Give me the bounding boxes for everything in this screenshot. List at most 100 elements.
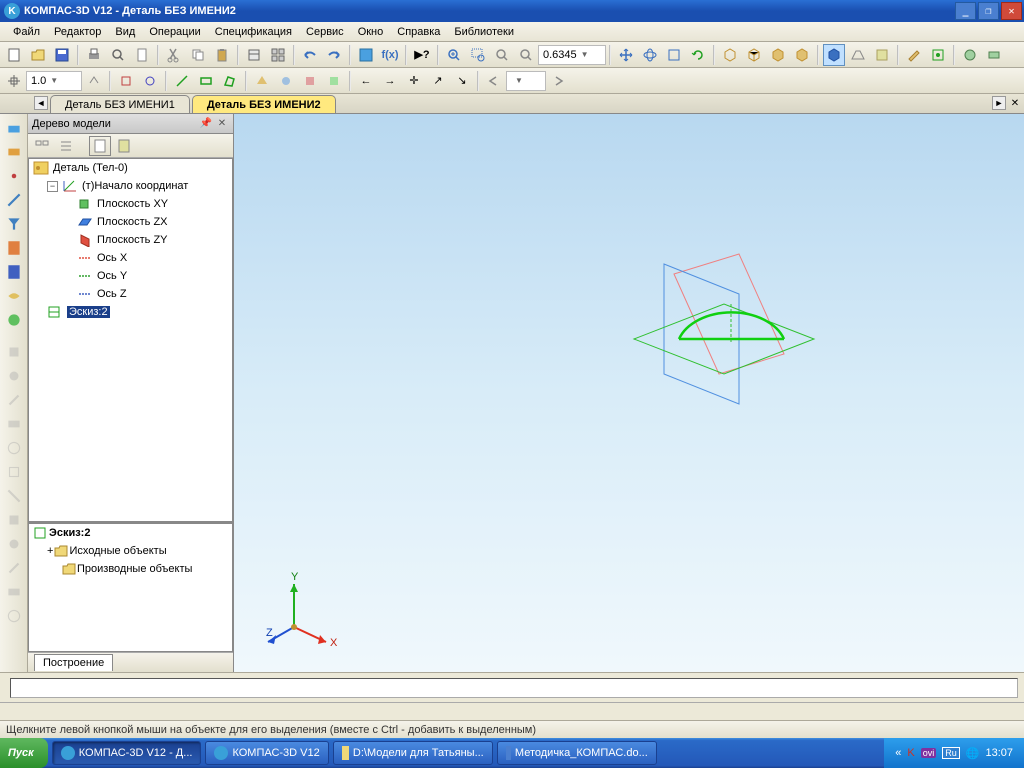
- doc-tab-2[interactable]: Деталь БЕЗ ИМЕНИ2: [192, 95, 336, 113]
- menu-libraries[interactable]: Библиотеки: [447, 24, 521, 40]
- tree-root[interactable]: Деталь (Тел-0): [29, 159, 232, 177]
- sketch-icon[interactable]: [927, 44, 949, 66]
- taskbar-item-3[interactable]: D:\Модели для Татьяны...: [333, 741, 493, 765]
- variables-icon[interactable]: f(x): [379, 44, 401, 66]
- menu-window[interactable]: Окно: [351, 24, 391, 40]
- cut-icon[interactable]: [163, 44, 185, 66]
- tree-plane-zx[interactable]: Плоскость ZX: [29, 213, 232, 231]
- vtool-d4-icon[interactable]: [3, 413, 25, 435]
- tool-b-icon[interactable]: [983, 44, 1005, 66]
- vtool-cut-icon[interactable]: [3, 141, 25, 163]
- fit-icon[interactable]: [663, 44, 685, 66]
- tab-nav-right[interactable]: ►: [992, 96, 1006, 110]
- vtool-d3-icon[interactable]: [3, 389, 25, 411]
- menu-service[interactable]: Сервис: [299, 24, 351, 40]
- vtool-d2-icon[interactable]: [3, 365, 25, 387]
- tree-tb-1-icon[interactable]: [31, 136, 53, 156]
- vtool-d12-icon[interactable]: [3, 605, 25, 627]
- vtool-extrude-icon[interactable]: [3, 117, 25, 139]
- tray-expand-icon[interactable]: «: [895, 747, 901, 759]
- detail-derived[interactable]: Производные объекты: [29, 560, 232, 578]
- tab-nav-left[interactable]: ◄: [34, 96, 48, 110]
- sk-line-icon[interactable]: [171, 70, 193, 92]
- tree-tb-4-icon[interactable]: [113, 136, 135, 156]
- mv-inc-icon[interactable]: ↗: [427, 70, 449, 92]
- tree-axis-y[interactable]: Ось Y: [29, 267, 232, 285]
- taskbar-item-4[interactable]: Методичка_КОМПАС.do...: [497, 741, 657, 765]
- tray-clock[interactable]: 13:07: [985, 747, 1013, 759]
- maximize-button[interactable]: ❐: [978, 2, 999, 20]
- vtool-z1-icon[interactable]: [3, 285, 25, 307]
- zoom-combo[interactable]: 0.6345▼: [538, 45, 606, 65]
- taskbar-item-2[interactable]: КОМПАС-3D V12: [205, 741, 328, 765]
- tray-lang-icon[interactable]: Ru: [942, 747, 960, 759]
- scale-combo[interactable]: 1.0▼: [26, 71, 82, 91]
- tree-axis-z[interactable]: Ось Z: [29, 285, 232, 303]
- pan-icon[interactable]: [615, 44, 637, 66]
- vtool-d6-icon[interactable]: [3, 461, 25, 483]
- shade3-icon[interactable]: [767, 44, 789, 66]
- menu-file[interactable]: Файл: [6, 24, 47, 40]
- menu-view[interactable]: Вид: [108, 24, 142, 40]
- vtool-spec-icon[interactable]: [3, 237, 25, 259]
- start-button[interactable]: Пуск: [0, 738, 48, 768]
- taskbar-item-1[interactable]: КОМПАС-3D V12 - Д...: [52, 741, 202, 765]
- save-icon[interactable]: [51, 44, 73, 66]
- vtool-d11-icon[interactable]: [3, 581, 25, 603]
- vtool-d9-icon[interactable]: [3, 533, 25, 555]
- print-icon[interactable]: [83, 44, 105, 66]
- tray-antivirus-icon[interactable]: K: [907, 747, 914, 759]
- mv-dec-icon[interactable]: ↘: [451, 70, 473, 92]
- vtool-d5-icon[interactable]: [3, 437, 25, 459]
- menu-editor[interactable]: Редактор: [47, 24, 108, 40]
- cyc-r-icon[interactable]: [547, 70, 569, 92]
- op1-icon[interactable]: [251, 70, 273, 92]
- 3d-viewport[interactable]: X Y Z: [234, 114, 1024, 672]
- copy-icon[interactable]: [187, 44, 209, 66]
- paste-icon[interactable]: [211, 44, 233, 66]
- tree-header[interactable]: Дерево модели 📌 ✕: [28, 114, 233, 134]
- vtool-filter-icon[interactable]: [3, 213, 25, 235]
- detail-source[interactable]: + Исходные объекты: [29, 542, 232, 560]
- menu-operations[interactable]: Операции: [142, 24, 207, 40]
- perspective-icon[interactable]: [847, 44, 869, 66]
- edit-sketch-icon[interactable]: [903, 44, 925, 66]
- step-combo-icon[interactable]: [83, 70, 105, 92]
- tab-close[interactable]: ✕: [1008, 96, 1022, 110]
- collapse-icon[interactable]: −: [47, 181, 58, 192]
- grid-icon[interactable]: [267, 44, 289, 66]
- tool-a-icon[interactable]: [959, 44, 981, 66]
- orbit-icon[interactable]: [639, 44, 661, 66]
- manager-icon[interactable]: [355, 44, 377, 66]
- tree-body[interactable]: Деталь (Тел-0) − (т)Начало координат Пло…: [28, 158, 233, 522]
- help-icon[interactable]: ▶?: [411, 44, 433, 66]
- zoom-prev-icon[interactable]: [491, 44, 513, 66]
- system-tray[interactable]: « K ovi Ru 🌐 13:07: [884, 738, 1024, 768]
- mv-r-icon[interactable]: →: [379, 70, 401, 92]
- vtool-z2-icon[interactable]: [3, 309, 25, 331]
- anchor-icon[interactable]: [3, 70, 25, 92]
- tray-network-icon[interactable]: 🌐: [966, 747, 980, 760]
- empty-combo[interactable]: ▼: [506, 71, 546, 91]
- tree-close-icon[interactable]: ✕: [215, 117, 229, 131]
- tree-footer-tab[interactable]: Построение: [34, 654, 113, 671]
- command-input[interactable]: [10, 678, 1018, 698]
- tree-tb-3-icon[interactable]: [89, 136, 111, 156]
- tray-ovi-icon[interactable]: ovi: [921, 748, 937, 758]
- op4-icon[interactable]: [323, 70, 345, 92]
- open-icon[interactable]: [27, 44, 49, 66]
- zoom-in-icon[interactable]: [443, 44, 465, 66]
- mv-l-icon[interactable]: ←: [355, 70, 377, 92]
- shade1-icon[interactable]: [719, 44, 741, 66]
- tree-plane-zy[interactable]: Плоскость ZY: [29, 231, 232, 249]
- redo-icon[interactable]: [323, 44, 345, 66]
- sk-rect-icon[interactable]: [195, 70, 217, 92]
- zoom-next-icon[interactable]: [515, 44, 537, 66]
- properties-icon[interactable]: [243, 44, 265, 66]
- vtool-d1-icon[interactable]: [3, 341, 25, 363]
- shade4-icon[interactable]: [791, 44, 813, 66]
- op3-icon[interactable]: [299, 70, 321, 92]
- vtool-d8-icon[interactable]: [3, 509, 25, 531]
- vtool-axis-icon[interactable]: [3, 189, 25, 211]
- tree-detail[interactable]: Эскиз:2 + Исходные объекты Производные о…: [28, 522, 233, 652]
